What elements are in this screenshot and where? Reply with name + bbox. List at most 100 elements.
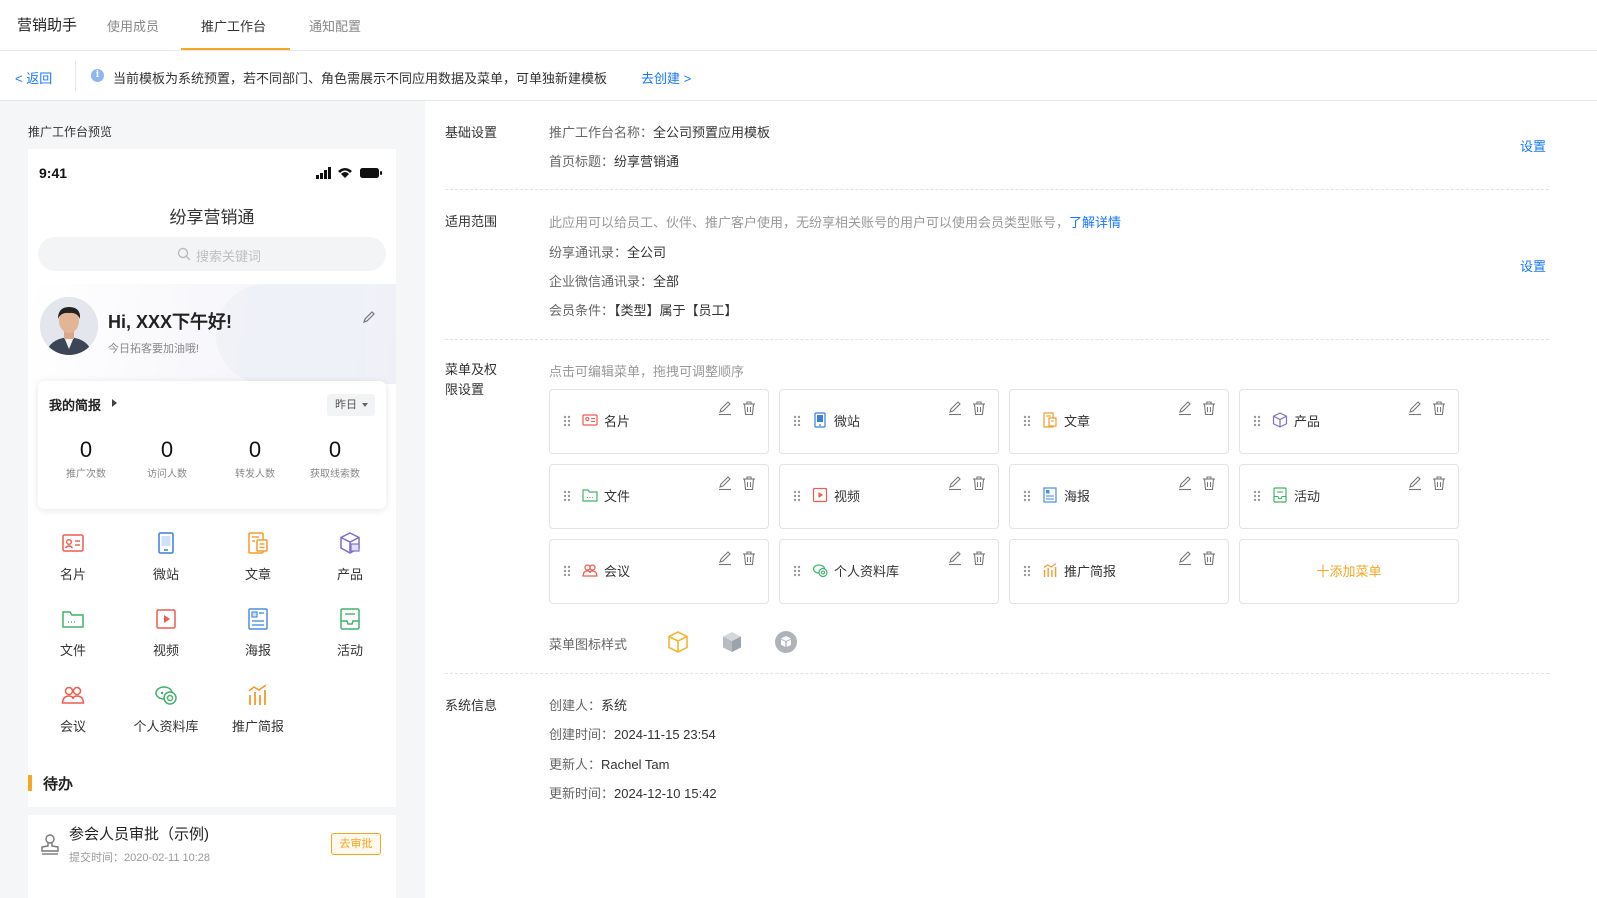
icon-style-label: 菜单图标样式 bbox=[549, 637, 628, 652]
trash-icon[interactable] bbox=[741, 475, 757, 491]
updated-time-value: 2024-12-10 15:42 bbox=[614, 786, 717, 801]
back-link[interactable]: < 返回 bbox=[15, 68, 52, 87]
app-poster[interactable]: 海报 bbox=[213, 607, 303, 659]
article-icon bbox=[1043, 412, 1057, 428]
edit-icon[interactable] bbox=[947, 475, 963, 491]
menu-card-report[interactable]: 推广简报 bbox=[1009, 539, 1229, 604]
todo-title: 参会人员审批（示例) bbox=[69, 826, 209, 843]
edit-icon[interactable] bbox=[1177, 400, 1193, 416]
menu-card-meeting[interactable]: 会议 bbox=[549, 539, 769, 604]
menu-hint: 点击可编辑菜单，拖拽可调整顺序 bbox=[549, 364, 745, 379]
menu-card-activity[interactable]: 活动 bbox=[1239, 464, 1459, 529]
date-range-select[interactable]: 昨日 bbox=[327, 394, 375, 416]
trash-icon[interactable] bbox=[741, 550, 757, 566]
drag-handle-icon[interactable] bbox=[1023, 565, 1031, 577]
creator-key: 创建人： bbox=[549, 698, 602, 713]
trash-icon[interactable] bbox=[1431, 475, 1447, 491]
app-site[interactable]: 微站 bbox=[121, 531, 211, 583]
drag-handle-icon[interactable] bbox=[793, 415, 801, 427]
drag-handle-icon[interactable] bbox=[1023, 490, 1031, 502]
trash-icon[interactable] bbox=[1201, 550, 1217, 566]
edit-icon[interactable] bbox=[717, 475, 733, 491]
tab-members[interactable]: 使用成员 bbox=[107, 16, 159, 35]
edit-icon[interactable] bbox=[1407, 475, 1423, 491]
search-placeholder: 搜索关键词 bbox=[196, 249, 262, 264]
contacts-key: 纷享通讯录： bbox=[549, 245, 628, 260]
menu-card-product[interactable]: 产品 bbox=[1239, 389, 1459, 454]
member-row: 会员条件：【类型】属于【员工】 bbox=[549, 300, 738, 319]
drag-handle-icon[interactable] bbox=[1253, 415, 1261, 427]
creator-value: 系统 bbox=[601, 698, 628, 713]
learn-more-link[interactable]: 了解详情 bbox=[1069, 215, 1121, 230]
menu-card-site[interactable]: 微站 bbox=[779, 389, 999, 454]
search-input[interactable]: 搜索关键词 bbox=[38, 237, 386, 271]
app-activity[interactable]: 活动 bbox=[305, 607, 395, 659]
trash-icon[interactable] bbox=[741, 400, 757, 416]
trash-icon[interactable] bbox=[971, 475, 987, 491]
app-label: 视频 bbox=[152, 643, 179, 658]
wecom-value: 全部 bbox=[653, 274, 680, 289]
stat-item: 0 获取线索数 bbox=[295, 437, 375, 480]
trash-icon[interactable] bbox=[1431, 400, 1447, 416]
product-icon bbox=[340, 532, 360, 554]
app-meeting[interactable]: 会议 bbox=[28, 683, 118, 735]
app-video[interactable]: 视频 bbox=[121, 607, 211, 659]
banner-decoration bbox=[216, 284, 366, 384]
app-file[interactable]: 文件 bbox=[28, 607, 118, 659]
brief-title[interactable]: 我的简报 bbox=[49, 395, 101, 414]
creator-row: 创建人：系统 bbox=[549, 695, 627, 714]
scope-desc-text: 此应用可以给员工、伙伴、推广客户使用，无纷享相关账号的用户可以使用会员类型账号， bbox=[549, 215, 1070, 230]
home-title-value: 纷享营销通 bbox=[614, 154, 680, 169]
stat-label: 转发人数 bbox=[235, 469, 275, 480]
stat-item: 0 访问人数 bbox=[127, 437, 207, 480]
trash-icon[interactable] bbox=[1201, 475, 1217, 491]
create-template-link[interactable]: 去创建 > bbox=[641, 68, 691, 87]
icon-style-outline-cube-icon[interactable] bbox=[666, 630, 690, 654]
edit-icon[interactable] bbox=[947, 550, 963, 566]
drag-handle-icon[interactable] bbox=[563, 565, 571, 577]
app-article[interactable]: 文章 bbox=[213, 531, 303, 583]
drag-handle-icon[interactable] bbox=[563, 490, 571, 502]
edit-icon[interactable] bbox=[1407, 400, 1423, 416]
edit-icon[interactable] bbox=[1177, 550, 1193, 566]
menu-card-poster[interactable]: 海报 bbox=[1009, 464, 1229, 529]
menu-card-file[interactable]: 文件 bbox=[549, 464, 769, 529]
app-product[interactable]: 产品 bbox=[305, 531, 395, 583]
tab-notification[interactable]: 通知配置 bbox=[309, 16, 361, 35]
drag-handle-icon[interactable] bbox=[563, 415, 571, 427]
trash-icon[interactable] bbox=[1201, 400, 1217, 416]
app-card[interactable]: 名片 bbox=[28, 531, 118, 583]
menu-card-video[interactable]: 视频 bbox=[779, 464, 999, 529]
app-label: 文章 bbox=[244, 567, 271, 582]
edit-icon[interactable] bbox=[717, 400, 733, 416]
basic-settings-button[interactable]: 设置 bbox=[1520, 136, 1546, 155]
drag-handle-icon[interactable] bbox=[793, 565, 801, 577]
icon-style-filled-cube-icon[interactable] bbox=[720, 630, 744, 654]
approve-button[interactable]: 去审批 bbox=[331, 833, 381, 855]
menu-card-card[interactable]: 名片 bbox=[549, 389, 769, 454]
drag-handle-icon[interactable] bbox=[1253, 490, 1261, 502]
trash-icon[interactable] bbox=[971, 400, 987, 416]
trash-icon[interactable] bbox=[971, 550, 987, 566]
app-library[interactable]: 个人资料库 bbox=[121, 683, 211, 735]
edit-icon[interactable] bbox=[1177, 475, 1193, 491]
app-report[interactable]: 推广简报 bbox=[213, 683, 303, 735]
app-label: 文件 bbox=[59, 643, 86, 658]
edit-icon[interactable] bbox=[362, 310, 376, 324]
drag-handle-icon[interactable] bbox=[1023, 415, 1031, 427]
divider bbox=[445, 673, 1549, 674]
file-icon bbox=[62, 611, 84, 628]
menu-card-library[interactable]: 个人资料库 bbox=[779, 539, 999, 604]
edit-icon[interactable] bbox=[717, 550, 733, 566]
app-label: 微站 bbox=[152, 567, 179, 582]
add-menu-button[interactable]: 十添加菜单 bbox=[1239, 539, 1459, 604]
icon-style-circle-cube-icon[interactable] bbox=[774, 630, 798, 654]
tab-workbench[interactable]: 推广工作台 bbox=[201, 16, 266, 35]
drag-handle-icon[interactable] bbox=[793, 490, 801, 502]
edit-icon[interactable] bbox=[947, 400, 963, 416]
menu-card-label: 微站 bbox=[834, 414, 861, 429]
scope-settings-button[interactable]: 设置 bbox=[1520, 256, 1546, 275]
menu-card-article[interactable]: 文章 bbox=[1009, 389, 1229, 454]
active-tab-indicator bbox=[181, 48, 290, 50]
library-icon bbox=[812, 564, 828, 578]
